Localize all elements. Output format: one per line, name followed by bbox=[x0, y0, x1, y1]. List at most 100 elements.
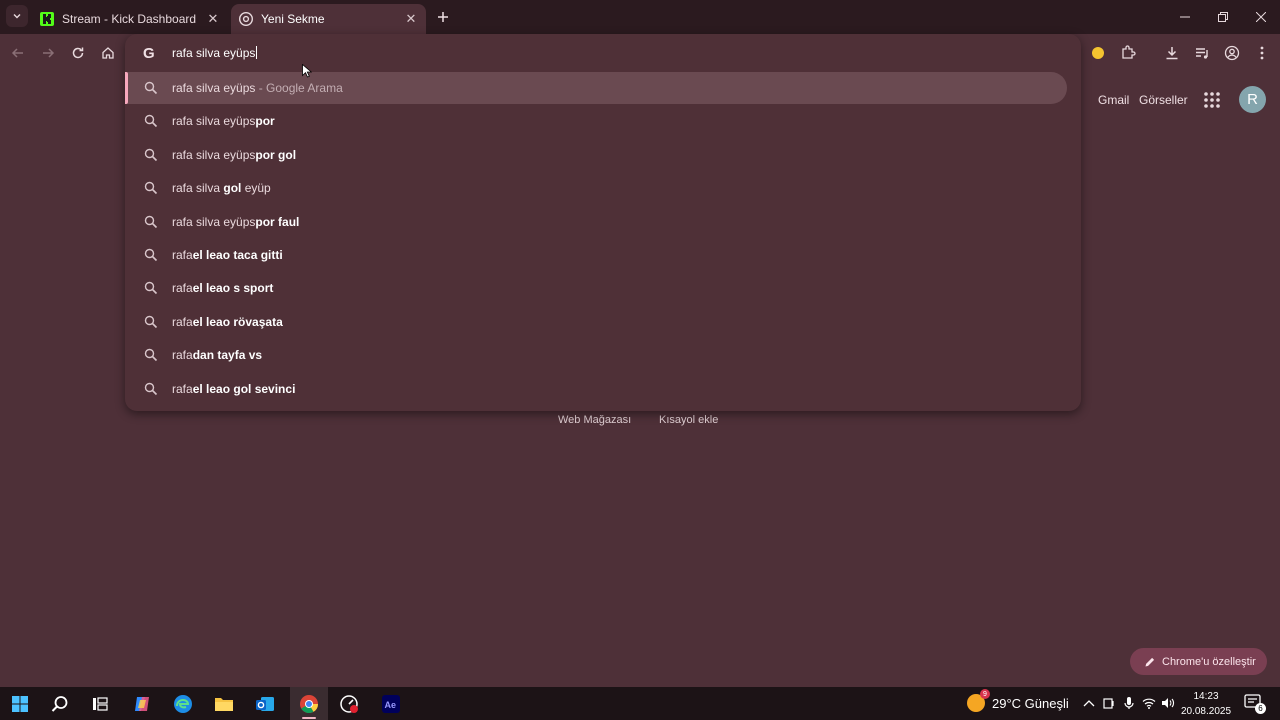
copilot-icon bbox=[135, 697, 149, 711]
restore-icon bbox=[1218, 12, 1228, 22]
suggestion-item[interactable]: rafael leao taca gitti bbox=[125, 239, 1067, 271]
profile-dot-button[interactable] bbox=[1086, 41, 1110, 65]
volume-button[interactable] bbox=[1160, 695, 1176, 711]
chrome-app[interactable] bbox=[294, 690, 324, 719]
clock-date: 20.08.2025 bbox=[1180, 706, 1232, 717]
chevron-down-icon bbox=[13, 14, 21, 19]
copilot-app[interactable] bbox=[127, 690, 157, 718]
suggestion-item[interactable]: rafa silva gol eyüp bbox=[125, 172, 1067, 204]
start-button[interactable] bbox=[5, 690, 35, 718]
web-store-shortcut[interactable]: Web Mağazası bbox=[558, 414, 631, 426]
google-apps-button[interactable] bbox=[1203, 91, 1221, 109]
puzzle-icon bbox=[1122, 45, 1136, 59]
suggestion-item[interactable]: rafa silva eyüpspor bbox=[125, 105, 1067, 137]
back-button[interactable] bbox=[6, 41, 30, 65]
extensions-button[interactable] bbox=[1116, 41, 1140, 65]
media-control-button[interactable] bbox=[1190, 41, 1214, 65]
home-button[interactable] bbox=[96, 41, 120, 65]
forward-button[interactable] bbox=[36, 41, 60, 65]
suggestion-suffix: - Google Arama bbox=[255, 81, 343, 95]
downloads-button[interactable] bbox=[1160, 41, 1184, 65]
suggestion-text: rafael leao s sport bbox=[172, 281, 273, 295]
account-avatar[interactable]: R bbox=[1239, 86, 1266, 113]
suggestion-item[interactable]: rafa silva eyüps - Google Arama bbox=[125, 72, 1067, 104]
microphone-button[interactable] bbox=[1121, 695, 1137, 711]
suggestion-completion: dan tayfa vs bbox=[192, 348, 263, 363]
device-icon bbox=[1103, 698, 1114, 709]
sun-icon: 9 bbox=[967, 689, 990, 712]
weather-widget[interactable]: 9 29°C Güneşli bbox=[967, 689, 1069, 712]
suggestion-text: rafadan tayfa vs bbox=[172, 348, 262, 362]
search-icon bbox=[144, 282, 158, 295]
search-icon bbox=[144, 248, 158, 262]
recording-app[interactable] bbox=[334, 690, 364, 718]
tab-strip: Stream - Kick Dashboard ✕ Yeni Sekme ✕ bbox=[0, 0, 1280, 34]
after-effects-icon: Ae bbox=[382, 695, 400, 713]
edge-icon bbox=[174, 695, 192, 713]
outlook-icon bbox=[256, 697, 274, 711]
clock-time: 14:23 bbox=[1193, 691, 1219, 702]
chrome-icon bbox=[300, 695, 318, 714]
playlist-icon bbox=[1196, 48, 1208, 59]
suggestion-completion: el leao rövaşata bbox=[192, 314, 283, 329]
account-icon bbox=[1224, 45, 1240, 61]
suggestion-completion: por faul bbox=[255, 214, 300, 229]
customize-chrome-button[interactable]: Chrome'u özelleştir bbox=[1130, 648, 1267, 675]
suggestion-item[interactable]: rafael leao rövaşata bbox=[125, 306, 1067, 338]
close-icon[interactable]: ✕ bbox=[204, 10, 222, 28]
minimize-button[interactable] bbox=[1166, 0, 1204, 34]
outlook-app[interactable] bbox=[250, 690, 280, 718]
wifi-button[interactable] bbox=[1141, 695, 1157, 711]
tab-new-tab[interactable]: Yeni Sekme ✕ bbox=[231, 4, 426, 34]
images-link[interactable]: Görseller bbox=[1139, 93, 1188, 107]
tab-search-button[interactable] bbox=[6, 5, 28, 27]
wifi-icon bbox=[1142, 698, 1156, 709]
home-icon bbox=[102, 47, 114, 59]
task-view-icon bbox=[93, 697, 108, 711]
close-window-button[interactable] bbox=[1242, 0, 1280, 34]
after-effects-app[interactable]: Ae bbox=[376, 690, 406, 718]
suggestion-item[interactable]: rafadan tayfa vs bbox=[125, 339, 1067, 371]
suggestion-item[interactable]: rafael leao s sport bbox=[125, 272, 1067, 304]
file-explorer-app[interactable] bbox=[209, 690, 239, 718]
tray-app-button[interactable] bbox=[1101, 695, 1117, 711]
google-g-icon: G bbox=[143, 45, 155, 62]
omnibox-input[interactable]: G rafa silva eyüps bbox=[125, 34, 1081, 72]
taskbar-clock[interactable]: 14:23 20.08.2025 bbox=[1180, 689, 1232, 719]
suggestion-text: rafa silva eyüpspor gol bbox=[172, 148, 296, 162]
chrome-icon bbox=[239, 12, 253, 26]
weather-temp: 29°C bbox=[992, 695, 1022, 711]
weather-desc: Güneşli bbox=[1024, 695, 1069, 711]
add-shortcut[interactable]: Kısayol ekle bbox=[659, 414, 718, 426]
plus-icon bbox=[438, 12, 448, 22]
taskbar-search-button[interactable] bbox=[45, 690, 75, 718]
search-icon bbox=[51, 696, 68, 712]
profile-button[interactable] bbox=[1220, 41, 1244, 65]
tab-kick-dashboard[interactable]: Stream - Kick Dashboard ✕ bbox=[30, 4, 228, 34]
suggestion-item[interactable]: rafael leao gol sevinci bbox=[125, 373, 1067, 405]
search-icon bbox=[144, 181, 158, 195]
edge-app[interactable] bbox=[168, 690, 198, 718]
omnibox-text[interactable]: rafa silva eyüps bbox=[172, 46, 258, 60]
restore-button[interactable] bbox=[1204, 0, 1242, 34]
suggestion-item[interactable]: rafa silva eyüpspor gol bbox=[125, 139, 1067, 171]
close-icon[interactable]: ✕ bbox=[402, 10, 420, 28]
close-icon bbox=[1256, 12, 1266, 22]
show-hidden-icons-button[interactable] bbox=[1081, 695, 1097, 711]
gmail-link[interactable]: Gmail bbox=[1098, 93, 1129, 107]
omnibox-dropdown: G rafa silva eyüps rafa silva eyüps - Go… bbox=[125, 34, 1081, 411]
microphone-icon bbox=[1124, 697, 1134, 709]
suggestion-completion: el leao taca gitti bbox=[192, 248, 283, 262]
suggestion-typed-part: rafa bbox=[172, 248, 193, 262]
suggestion-typed-part: rafa bbox=[172, 314, 193, 329]
speedometer-icon bbox=[340, 695, 358, 713]
notification-center-button[interactable]: 6 bbox=[1244, 694, 1266, 714]
menu-button[interactable] bbox=[1250, 41, 1274, 65]
new-tab-button[interactable] bbox=[433, 7, 453, 27]
suggestion-text: rafael leao taca gitti bbox=[172, 248, 283, 262]
search-icon bbox=[144, 382, 158, 395]
reload-button[interactable] bbox=[66, 41, 90, 65]
task-view-button[interactable] bbox=[85, 690, 115, 718]
more-vertical-icon bbox=[1260, 46, 1264, 60]
suggestion-item[interactable]: rafa silva eyüpspor faul bbox=[125, 206, 1067, 238]
